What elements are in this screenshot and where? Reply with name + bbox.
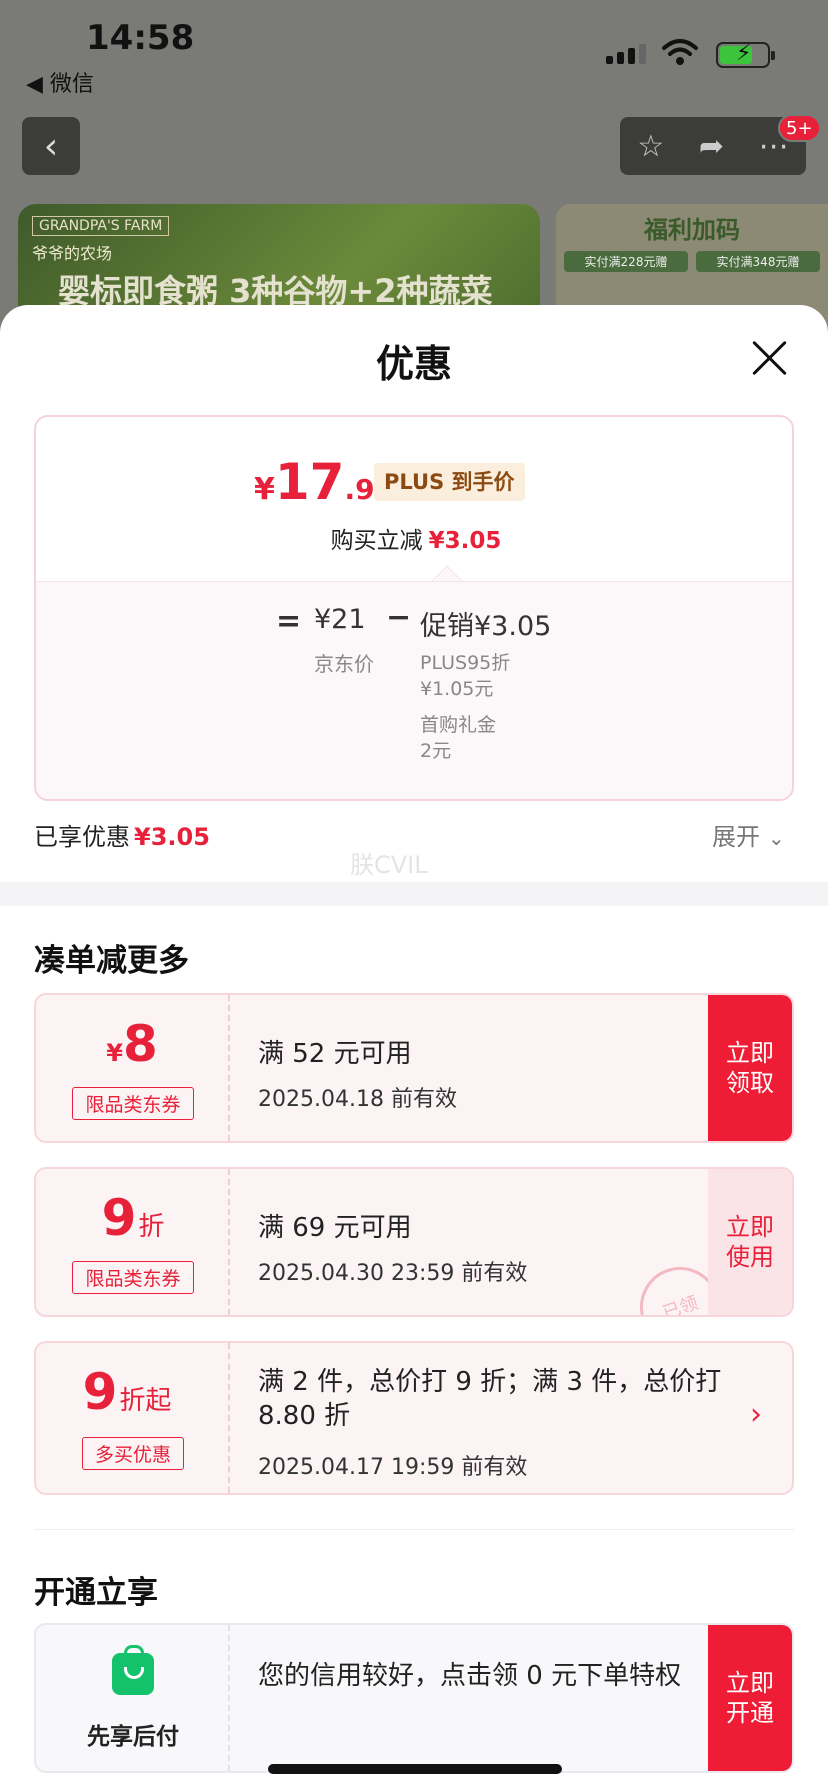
battery-icon: ⚡ bbox=[716, 41, 775, 68]
multi-buy-offer[interactable]: 9折起 多买优惠 满 2 件，总价打 9 折；满 3 件，总价打 8.80 折 … bbox=[34, 1341, 794, 1495]
coupon-validity: 2025.04.18 前有效 bbox=[258, 1087, 457, 1112]
back-button[interactable]: ‹ bbox=[22, 117, 80, 175]
coupon-type-tag: 限品类东券 bbox=[72, 1261, 194, 1294]
coupon-condition: 满 52 元可用 bbox=[258, 1039, 412, 1069]
share-icon[interactable]: ➦ bbox=[699, 129, 724, 164]
star-icon[interactable]: ☆ bbox=[637, 129, 664, 164]
coupon-amount: ¥8 bbox=[106, 1015, 158, 1073]
coupon-condition: 满 69 元可用 bbox=[258, 1213, 412, 1243]
coupon-condition: 满 2 件，总价打 9 折；满 3 件，总价打 8.80 折 bbox=[258, 1367, 722, 1431]
instant-discount: 购买立减 ¥3.05 bbox=[330, 528, 502, 554]
coupon-card[interactable]: 9折 限品类东券 满 69 元可用 2025.04.30 23:59 前有效 已… bbox=[34, 1167, 794, 1317]
coupon-type-tag: 限品类东券 bbox=[72, 1087, 194, 1120]
promo-detail-gift: 首购礼金 2元 bbox=[420, 714, 497, 762]
promo-details: PLUS95折 ¥1.05元 首购礼金 2元 bbox=[420, 650, 510, 774]
chevron-right-icon[interactable]: › bbox=[750, 1397, 762, 1432]
coupon-type-tag: 多买优惠 bbox=[82, 1437, 184, 1470]
pay-later-description: 您的信用较好，点击领 0 元下单特权 bbox=[258, 1661, 682, 1691]
base-price: ¥21 bbox=[314, 604, 366, 635]
expand-button[interactable]: 展开 ⌄ bbox=[712, 817, 785, 852]
activate-button[interactable]: 立即 开通 bbox=[708, 1625, 792, 1771]
status-time: 14:58 bbox=[86, 18, 195, 58]
gift-tag: 实付满228元赠 bbox=[564, 251, 688, 272]
coupon-validity: 2025.04.17 19:59 前有效 bbox=[258, 1455, 528, 1480]
back-to-app-link[interactable]: ◀ 微信 bbox=[26, 66, 94, 98]
coupon-validity: 2025.04.30 23:59 前有效 bbox=[258, 1261, 528, 1286]
section-divider bbox=[0, 882, 828, 906]
gift-banner-title: 福利加码 bbox=[644, 216, 740, 244]
promotions-sheet: 优惠 ¥17.95 PLUS 到手价 购买立减 ¥3.05 = ¥21 京东价 −… bbox=[0, 305, 828, 1792]
minus-sign: − bbox=[386, 600, 412, 635]
use-coupon-button[interactable]: 立即 使用 bbox=[708, 1169, 792, 1315]
plus-price-tag: PLUS 到手价 bbox=[374, 463, 525, 501]
sheet-title: 优惠 bbox=[375, 342, 452, 386]
pay-later-card[interactable]: 先享后付 您的信用较好，点击领 0 元下单特权 立即 开通 bbox=[34, 1623, 794, 1773]
coupon-amount: 9折 bbox=[101, 1189, 165, 1247]
brand-name: 爷爷的农场 bbox=[32, 244, 113, 263]
promo-total: 促销¥3.05 bbox=[420, 611, 552, 642]
coupon-amount: 9折起 bbox=[82, 1363, 172, 1421]
cell-signal-icon bbox=[606, 44, 646, 64]
section-title-open: 开通立享 bbox=[34, 1575, 158, 1611]
wifi-icon bbox=[662, 39, 698, 65]
shopping-bag-icon bbox=[112, 1645, 154, 1695]
coupon-card[interactable]: ¥8 限品类东券 满 52 元可用 2025.04.18 前有效 立即 领取 bbox=[34, 993, 794, 1143]
divider bbox=[34, 1529, 794, 1530]
price-breakdown-card: ¥17.95 PLUS 到手价 购买立减 ¥3.05 = ¥21 京东价 − 促销… bbox=[34, 415, 794, 801]
gift-tag: 实付满348元赠 bbox=[696, 251, 820, 272]
claim-coupon-button[interactable]: 立即 领取 bbox=[708, 995, 792, 1141]
price-formula: = ¥21 京东价 − 促销¥3.05 PLUS95折 ¥1.05元 首购礼金 … bbox=[36, 581, 792, 799]
section-title-more: 凑单减更多 bbox=[34, 943, 189, 979]
pay-later-name: 先享后付 bbox=[87, 1724, 179, 1750]
promo-detail-plus: PLUS95折 ¥1.05元 bbox=[420, 652, 511, 700]
watermark: 朕CVIL bbox=[350, 851, 428, 879]
enjoyed-discount: 已享优惠 ¥3.05 bbox=[34, 823, 210, 851]
close-icon[interactable] bbox=[748, 337, 790, 379]
chevron-down-icon: ⌄ bbox=[768, 826, 785, 850]
background-page: 14:58 ◀ 微信 ⚡ ‹ ☆ ➦ ⋯ 5+ GRANDPA'S FARM 爷… bbox=[0, 0, 828, 330]
equals-sign: = bbox=[276, 604, 302, 639]
home-indicator bbox=[268, 1764, 562, 1774]
brand-logo: GRANDPA'S FARM bbox=[32, 216, 170, 236]
base-price-label: 京东价 bbox=[314, 652, 374, 676]
message-badge: 5+ bbox=[778, 114, 821, 142]
